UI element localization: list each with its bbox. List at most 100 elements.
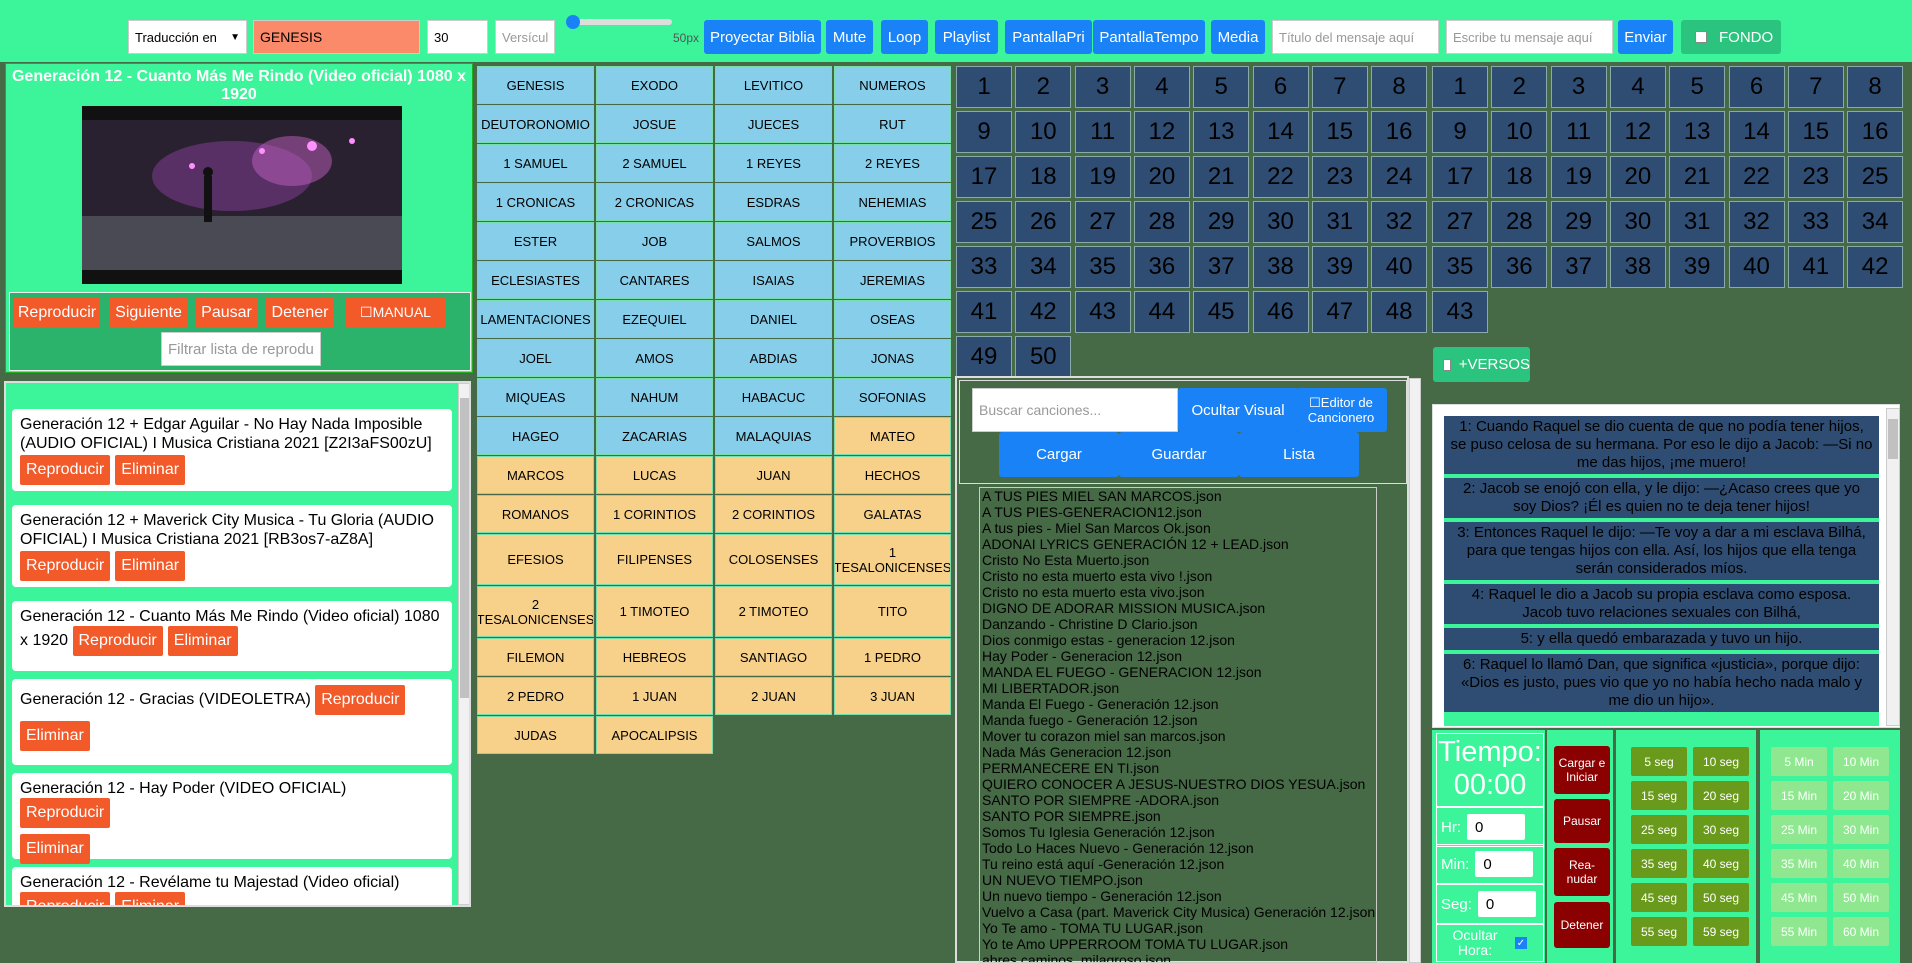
chapter-26-button[interactable]: 26: [1015, 201, 1072, 243]
chapter-6-button[interactable]: 6: [1252, 66, 1309, 108]
playlist-play-button[interactable]: Reproducir: [315, 685, 406, 715]
song-scrollbar[interactable]: [1409, 378, 1421, 963]
minutes-input[interactable]: 0: [1475, 851, 1534, 877]
book-numeros[interactable]: NUMEROS: [834, 66, 951, 104]
book-jueces[interactable]: JUECES: [715, 105, 832, 143]
verse-25-button[interactable]: 25: [1847, 156, 1904, 198]
book-1-cronicas[interactable]: 1 CRONICAS: [477, 183, 594, 221]
playlist-play-button[interactable]: Reproducir: [20, 798, 111, 828]
song-file-item[interactable]: SANTO POR SIEMPRE.json: [982, 808, 1376, 824]
chapter-43-button[interactable]: 43: [1074, 291, 1131, 333]
song-file-item[interactable]: ADONAI LYRICS GENERACIÓN 12 + LEAD.json: [982, 536, 1376, 552]
book-colosenses[interactable]: COLOSENSES: [715, 534, 832, 585]
chapter-35-button[interactable]: 35: [1074, 246, 1131, 288]
book-zacarias[interactable]: ZACARIAS: [596, 417, 713, 455]
verse-35-button[interactable]: 35: [1432, 246, 1488, 288]
song-file-item[interactable]: Cristo no esta muerto esta vivo !.json: [982, 568, 1376, 584]
book-1-pedro[interactable]: 1 PEDRO: [834, 638, 951, 676]
playlist-play-button[interactable]: Reproducir: [72, 626, 163, 656]
book-2-tesalonicenses[interactable]: 2 TESALONICENSES: [477, 586, 594, 637]
chapter-40-button[interactable]: 40: [1371, 246, 1428, 288]
book-salmos[interactable]: SALMOS: [715, 222, 832, 260]
load-start-button[interactable]: Cargar e Iniciar: [1554, 746, 1610, 794]
chapter-8-button[interactable]: 8: [1371, 66, 1428, 108]
timer-pause-button[interactable]: Pausar: [1554, 799, 1610, 843]
chapter-32-button[interactable]: 32: [1371, 201, 1428, 243]
chapter-37-button[interactable]: 37: [1193, 246, 1250, 288]
verse-19-button[interactable]: 19: [1550, 156, 1607, 198]
book-cantares[interactable]: CANTARES: [596, 261, 713, 299]
preset-35-min-button[interactable]: 35 Min: [1771, 849, 1827, 878]
book-filemon[interactable]: FILEMON: [477, 638, 594, 676]
song-list-button[interactable]: Lista: [1239, 432, 1359, 477]
playlist-play-button[interactable]: Reproducir: [20, 892, 111, 905]
book-1-samuel[interactable]: 1 SAMUEL: [477, 144, 594, 182]
book-nahum[interactable]: NAHUM: [596, 378, 713, 416]
book-proverbios[interactable]: PROVERBIOS: [834, 222, 951, 260]
verse-4-button[interactable]: 4: [1609, 66, 1666, 108]
book-daniel[interactable]: DANIEL: [715, 300, 832, 338]
scroll-thumb[interactable]: [1888, 419, 1898, 459]
book-galatas[interactable]: GALATAS: [834, 495, 951, 533]
book-apocalipsis[interactable]: APOCALIPSIS: [596, 716, 713, 754]
song-file-item[interactable]: Yo Te amo - TOMA TU LUGAR.json: [982, 920, 1376, 936]
verse-17-button[interactable]: 17: [1432, 156, 1488, 198]
book-isaias[interactable]: ISAIAS: [715, 261, 832, 299]
book-1-juan[interactable]: 1 JUAN: [596, 677, 713, 715]
book-genesis[interactable]: GENESIS: [477, 66, 594, 104]
verse-23-button[interactable]: 23: [1787, 156, 1844, 198]
verse-1-button[interactable]: 1: [1432, 66, 1488, 108]
book-2-juan[interactable]: 2 JUAN: [715, 677, 832, 715]
playlist-scrollbar[interactable]: [458, 383, 469, 905]
loop-button[interactable]: Loop: [881, 20, 928, 54]
chapter-42-button[interactable]: 42: [1015, 291, 1072, 333]
verse-item[interactable]: 3: Entonces Raquel le dijo: —Te voy a da…: [1444, 522, 1879, 580]
song-file-item[interactable]: Vuelvo a Casa (part. Maverick City Music…: [982, 904, 1376, 920]
playlist-delete-button[interactable]: Eliminar: [167, 626, 238, 656]
verse-34-button[interactable]: 34: [1847, 201, 1904, 243]
resume-button[interactable]: Rea-nudar: [1554, 848, 1610, 896]
playlist-delete-button[interactable]: Eliminar: [115, 892, 186, 905]
verse-item[interactable]: 1: Cuando Raquel se dio cuenta de que no…: [1444, 416, 1879, 474]
video-player[interactable]: [82, 106, 402, 284]
message-title-input[interactable]: Título del mensaje aquí: [1272, 20, 1439, 54]
book-jonas[interactable]: JONAS: [834, 339, 951, 377]
book-romanos[interactable]: ROMANOS: [477, 495, 594, 533]
verse-37-button[interactable]: 37: [1550, 246, 1607, 288]
verse-item[interactable]: 4: Raquel le dio a Jacob su propia escla…: [1444, 584, 1879, 624]
playlist-delete-button[interactable]: Eliminar: [20, 721, 90, 751]
chapter-4-button[interactable]: 4: [1133, 66, 1190, 108]
song-file-item[interactable]: SANTO POR SIEMPRE -ADORA.json: [982, 792, 1376, 808]
verse-21-button[interactable]: 21: [1669, 156, 1726, 198]
song-file-item[interactable]: Nada Más Generacion 12.json: [982, 744, 1376, 760]
book-1-tesalonicenses[interactable]: 1 TESALONICENSES: [834, 534, 951, 585]
chapter-24-button[interactable]: 24: [1371, 156, 1428, 198]
verse-27-button[interactable]: 27: [1432, 201, 1488, 243]
chapter-16-button[interactable]: 16: [1371, 111, 1428, 153]
book-tito[interactable]: TITO: [834, 586, 951, 637]
verse-33-button[interactable]: 33: [1787, 201, 1844, 243]
chapter-47-button[interactable]: 47: [1311, 291, 1368, 333]
verse-32-button[interactable]: 32: [1728, 201, 1785, 243]
chapter-44-button[interactable]: 44: [1133, 291, 1190, 333]
song-file-item[interactable]: Un nuevo tiempo - Generación 12.json: [982, 888, 1376, 904]
book-deutoronomio[interactable]: DEUTORONOMIO: [477, 105, 594, 143]
chapter-36-button[interactable]: 36: [1133, 246, 1190, 288]
book-ester[interactable]: ESTER: [477, 222, 594, 260]
timer-screen-button[interactable]: PantallaTempo: [1093, 20, 1205, 54]
verse-6-button[interactable]: 6: [1728, 66, 1785, 108]
verse-3-button[interactable]: 3: [1550, 66, 1607, 108]
song-file-item[interactable]: A TUS PIES-GENERACION12.json: [982, 504, 1376, 520]
book-eclesiastes[interactable]: ECLESIASTES: [477, 261, 594, 299]
book-nehemias[interactable]: NEHEMIAS: [834, 183, 951, 221]
load-song-button[interactable]: Cargar: [999, 432, 1119, 477]
chapter-15-button[interactable]: 15: [1311, 111, 1368, 153]
book-malaquias[interactable]: MALAQUIAS: [715, 417, 832, 455]
preset-20-min-button[interactable]: 20 Min: [1833, 781, 1889, 810]
fondo-checkbox[interactable]: [1695, 31, 1707, 43]
song-file-item[interactable]: Manda El Fuego - Generación 12.json: [982, 696, 1376, 712]
verse-14-button[interactable]: 14: [1728, 111, 1785, 153]
verse-13-button[interactable]: 13: [1669, 111, 1726, 153]
song-file-item[interactable]: Somos Tu Iglesia Generación 12.json: [982, 824, 1376, 840]
playlist-delete-button[interactable]: Eliminar: [115, 455, 186, 485]
